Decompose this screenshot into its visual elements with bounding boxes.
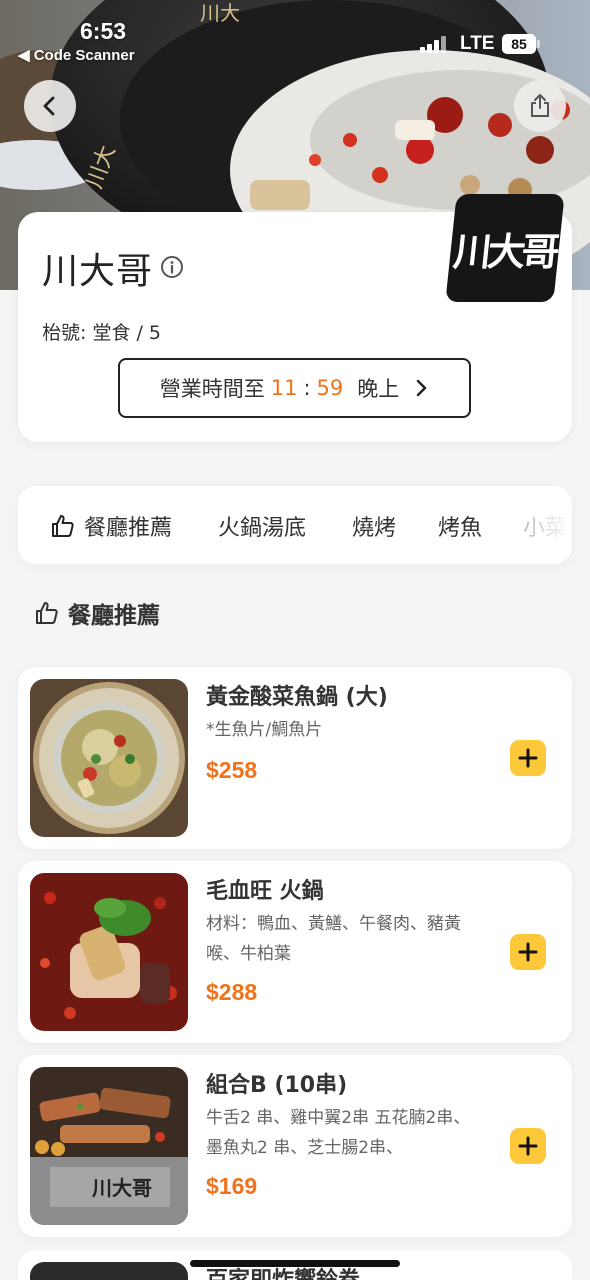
- menu-item-card[interactable]: 毛血旺 火鍋 材料：鴨血、黃鱔、午餐肉、豬黃喉、牛柏葉 $288: [18, 861, 572, 1043]
- restaurant-info-card: 川大哥 川大哥 枱號: 堂食 / 5 營業時間至 11 : 59 晚上: [18, 194, 572, 442]
- dish-price: $258: [206, 757, 258, 783]
- dish-price: $169: [206, 1173, 258, 1199]
- restaurant-logo: 川大哥: [445, 194, 565, 302]
- section-title: 餐廳推薦: [68, 603, 160, 629]
- tab-bbq[interactable]: 燒烤: [352, 510, 396, 542]
- dish-photo: [30, 679, 188, 837]
- back-to-app-link[interactable]: ◀ Code Scanner: [18, 46, 135, 64]
- hours-hour: 11: [270, 376, 298, 400]
- plus-icon: [518, 1136, 538, 1156]
- business-hours-button[interactable]: 營業時間至 11 : 59 晚上: [118, 358, 471, 418]
- cellular-signal-icon: [420, 35, 450, 53]
- tabs-scroll-fade: [522, 486, 572, 564]
- hours-suffix: 晚上: [357, 377, 400, 401]
- add-to-cart-button[interactable]: [510, 934, 546, 970]
- table-number: 枱號: 堂食 / 5: [42, 322, 162, 344]
- battery-icon: 85: [502, 34, 540, 54]
- dish-name: 毛血旺 火鍋: [206, 879, 324, 904]
- chevron-right-icon: [417, 379, 427, 397]
- home-indicator[interactable]: [190, 1260, 400, 1267]
- status-time: 6:53: [80, 18, 127, 44]
- dish-description: 材料：鴨血、黃鱔、午餐肉、豬黃喉、牛柏葉: [206, 914, 461, 964]
- svg-text:川大哥: 川大哥: [91, 1176, 152, 1200]
- dish-photo: [30, 1262, 188, 1280]
- dish-description: *生魚片/鯛魚片: [206, 720, 323, 740]
- dish-name: 黃金酸菜魚鍋 (大): [206, 685, 388, 710]
- section-header: 餐廳推薦: [34, 596, 160, 630]
- tab-recommended[interactable]: 餐廳推薦: [50, 510, 172, 542]
- share-button[interactable]: [514, 80, 566, 132]
- plus-icon: [518, 748, 538, 768]
- network-type: LTE: [460, 33, 495, 54]
- tab-hotpot-soup[interactable]: 火鍋湯底: [218, 510, 306, 542]
- category-tabs: 餐廳推薦 火鍋湯底 燒烤 烤魚 小菜: [18, 486, 572, 564]
- dish-photo: 川大哥: [30, 1067, 188, 1225]
- restaurant-name: 川大哥: [42, 251, 154, 292]
- dish-description: 牛舌2 串、雞中翼2串 五花腩2串、墨魚丸2 串、芝士腸2串、: [206, 1108, 471, 1158]
- hours-minute: 59: [316, 376, 344, 400]
- thumbs-up-icon: [52, 515, 74, 537]
- add-to-cart-button[interactable]: [510, 1128, 546, 1164]
- dish-name: 組合B (10串): [206, 1073, 348, 1098]
- share-icon: [531, 94, 549, 117]
- thumbs-up-icon: [36, 602, 58, 624]
- menu-item-card[interactable]: 黃金酸菜魚鍋 (大) *生魚片/鯛魚片 $258: [18, 667, 572, 849]
- status-bar: 6:53 ◀ Code Scanner LTE 85: [0, 0, 590, 70]
- tab-label: 餐廳推薦: [84, 516, 173, 541]
- chevron-left-icon: [43, 96, 55, 116]
- dish-price: $288: [206, 979, 258, 1005]
- menu-item-card[interactable]: 川大哥 組合B (10串) 牛舌2 串、雞中翼2串 五花腩2串、墨魚丸2 串、芝…: [18, 1055, 572, 1237]
- plus-icon: [518, 942, 538, 962]
- hours-prefix: 營業時間至: [159, 377, 265, 401]
- add-to-cart-button[interactable]: [510, 740, 546, 776]
- tab-grilled-fish[interactable]: 烤魚: [438, 510, 482, 542]
- info-icon[interactable]: [160, 255, 184, 279]
- back-button[interactable]: [24, 80, 76, 132]
- dish-photo: [30, 873, 188, 1031]
- hours-separator: :: [303, 376, 311, 400]
